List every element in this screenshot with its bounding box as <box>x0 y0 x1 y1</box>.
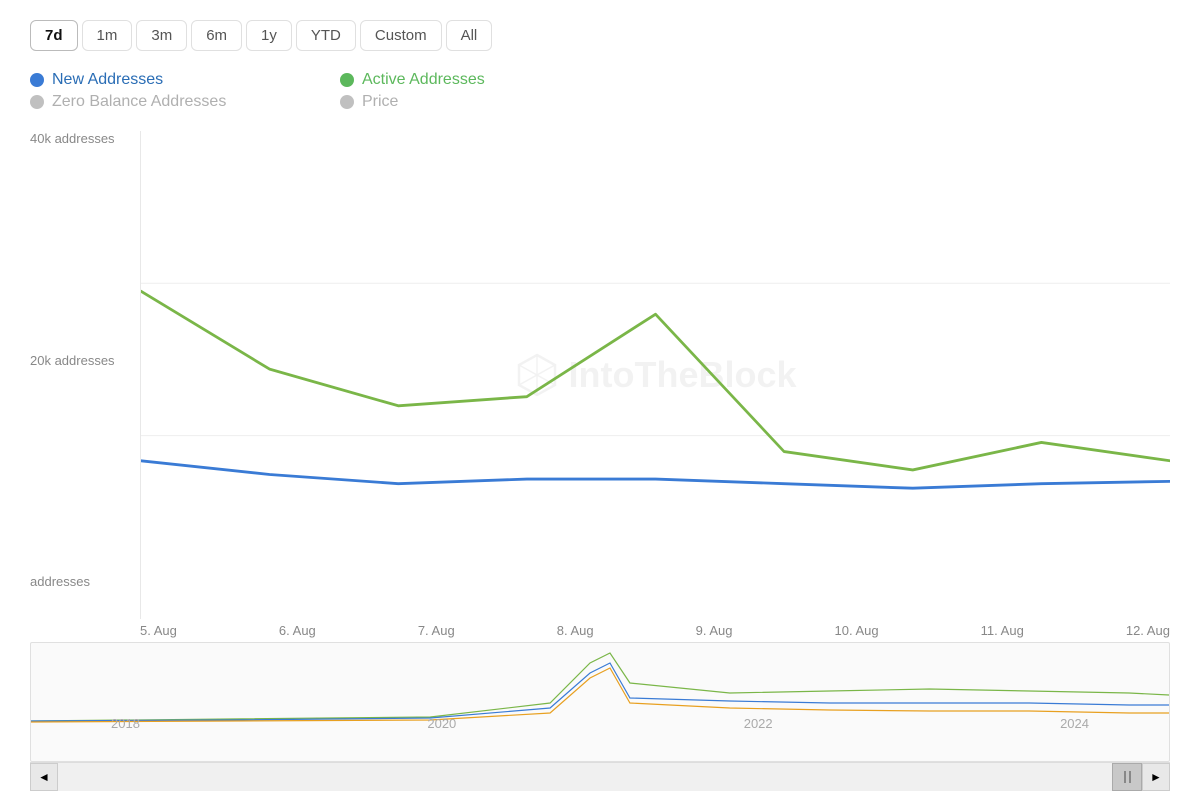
thumb-line-1 <box>1124 771 1126 783</box>
x-label-8.-aug: 8. Aug <box>557 623 594 638</box>
year-label-2020: 2020 <box>427 716 456 731</box>
time-btn-7d[interactable]: 7d <box>30 20 78 51</box>
scroll-track[interactable] <box>58 763 1142 791</box>
chart-area: IntoTheBlock <box>140 131 1170 619</box>
y-label-top: 40k addresses <box>30 131 140 146</box>
year-label-2018: 2018 <box>111 716 140 731</box>
y-axis: 40k addresses 20k addresses addresses <box>30 131 140 619</box>
time-btn-all[interactable]: All <box>446 20 493 51</box>
legend-dot-0 <box>30 73 44 87</box>
time-btn-6m[interactable]: 6m <box>191 20 242 51</box>
main-container: 7d1m3m6m1yYTDCustomAll New Addresses Acti… <box>0 0 1200 800</box>
y-label-mid: 20k addresses <box>30 353 140 368</box>
legend-label-3: Price <box>362 93 398 111</box>
x-label-7.-aug: 7. Aug <box>418 623 455 638</box>
x-label-10.-aug: 10. Aug <box>835 623 879 638</box>
time-btn-3m[interactable]: 3m <box>136 20 187 51</box>
x-label-12.-aug: 12. Aug <box>1126 623 1170 638</box>
x-label-6.-aug: 6. Aug <box>279 623 316 638</box>
legend-dot-1 <box>340 73 354 87</box>
legend-dot-2 <box>30 95 44 109</box>
legend-label-2: Zero Balance Addresses <box>52 93 226 111</box>
chart-section: 40k addresses 20k addresses addresses In… <box>30 131 1170 790</box>
x-axis: 5. Aug 6. Aug 7. Aug 8. Aug 9. Aug 10. Aug 11.… <box>30 623 1170 638</box>
chart-legend: New Addresses Active Addresses Zero Balanc… <box>30 71 630 111</box>
legend-item-price[interactable]: Price <box>340 93 630 111</box>
scroll-thumb-handle <box>1124 771 1131 783</box>
x-label-9.-aug: 9. Aug <box>696 623 733 638</box>
year-label-2024: 2024 <box>1060 716 1089 731</box>
thumb-line-2 <box>1129 771 1131 783</box>
scroll-right-button[interactable]: ► <box>1142 763 1170 791</box>
legend-label-1: Active Addresses <box>362 71 485 89</box>
scroll-thumb[interactable] <box>1112 763 1142 791</box>
time-btn-custom[interactable]: Custom <box>360 20 442 51</box>
legend-label-0: New Addresses <box>52 71 163 89</box>
time-range-selector: 7d1m3m6m1yYTDCustomAll <box>30 20 1170 51</box>
x-label-11.-aug: 11. Aug <box>981 623 1024 638</box>
time-btn-1y[interactable]: 1y <box>246 20 292 51</box>
legend-item-zero-balance-addresses[interactable]: Zero Balance Addresses <box>30 93 320 111</box>
scroll-left-button[interactable]: ◄ <box>30 763 58 791</box>
y-label-bottom: addresses <box>30 574 140 589</box>
time-btn-ytd[interactable]: YTD <box>296 20 356 51</box>
main-chart-wrapper: 40k addresses 20k addresses addresses In… <box>30 131 1170 619</box>
scrollbar: ◄ ► <box>30 762 1170 790</box>
legend-dot-3 <box>340 95 354 109</box>
x-label-5.-aug: 5. Aug <box>140 623 177 638</box>
overview-chart: 2018 2020 2022 2024 <box>30 642 1170 762</box>
overview-years: 2018 2020 2022 2024 <box>31 716 1169 731</box>
time-btn-1m[interactable]: 1m <box>82 20 133 51</box>
legend-item-new-addresses[interactable]: New Addresses <box>30 71 320 89</box>
legend-item-active-addresses[interactable]: Active Addresses <box>340 71 630 89</box>
year-label-2022: 2022 <box>744 716 773 731</box>
